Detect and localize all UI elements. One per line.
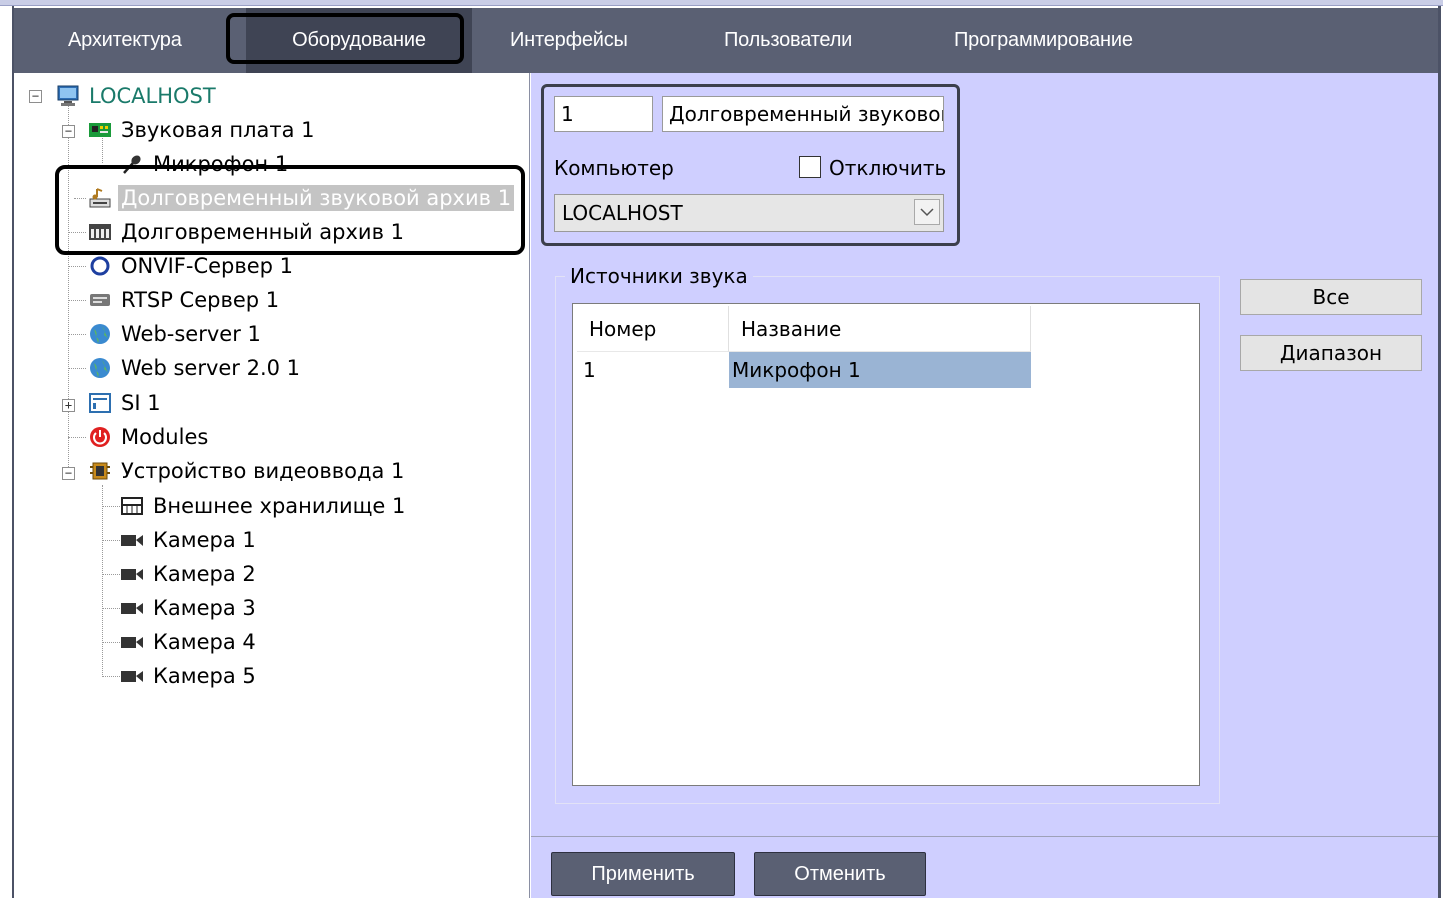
tree-line — [68, 105, 69, 475]
object-name-input[interactable]: Долговременный звуковой — [662, 96, 944, 132]
disable-checkbox[interactable] — [799, 156, 821, 178]
tree-line — [68, 232, 86, 233]
tree-item-camera-1[interactable]: Камера 1 — [120, 525, 259, 555]
collapse-icon[interactable]: − — [62, 125, 75, 138]
tree-line — [102, 506, 120, 507]
tree-line — [102, 642, 120, 643]
archive-icon — [88, 221, 112, 243]
rtsp-icon — [88, 289, 112, 311]
tree-item-web-server-2[interactable]: Web server 2.0 1 — [88, 353, 303, 383]
microphone-icon — [120, 153, 144, 175]
tab-programming[interactable]: Программирование — [954, 8, 1133, 73]
tree-line — [102, 574, 120, 575]
range-button[interactable]: Диапазон — [1240, 335, 1422, 371]
tab-architecture[interactable]: Архитектура — [68, 8, 182, 73]
tree-item-onvif-server[interactable]: ONVIF-Сервер 1 — [88, 251, 296, 281]
tree-item-video-capture[interactable]: Устройство видеоввода 1 — [88, 456, 407, 486]
computer-select[interactable]: LOCALHOST — [554, 194, 944, 232]
tree-line — [68, 266, 86, 267]
sound-sources-title: Источники звука — [565, 264, 753, 288]
apply-button[interactable]: Применить — [551, 852, 735, 896]
column-header-name[interactable]: Название — [729, 306, 1031, 352]
tree-item-camera-2[interactable]: Камера 2 — [120, 559, 259, 589]
tree-item-modules[interactable]: Modules — [88, 422, 211, 452]
tab-interfaces[interactable]: Интерфейсы — [510, 8, 628, 73]
camera-icon — [120, 597, 144, 619]
camera-icon — [120, 665, 144, 687]
tree-item-external-storage[interactable]: Внешнее хранилище 1 — [120, 491, 408, 521]
globe-icon — [88, 323, 112, 345]
tree-item-microphone[interactable]: Микрофон 1 — [120, 149, 291, 179]
video-capture-icon — [88, 460, 112, 482]
tree-line — [68, 334, 86, 335]
tree-item-localhost[interactable]: LOCALHOST — [56, 81, 219, 111]
tree-item-camera-5[interactable]: Камера 5 — [120, 661, 259, 691]
object-id-input[interactable]: 1 — [554, 96, 653, 132]
tree-item-camera-4[interactable]: Камера 4 — [120, 627, 259, 657]
tree-line — [102, 608, 120, 609]
tree-item-sound-archive[interactable]: Долговременный звуковой архив 1 — [88, 183, 515, 213]
camera-icon — [120, 631, 144, 653]
si-icon — [88, 392, 112, 414]
window-right-border — [1438, 6, 1441, 898]
tree-item-rtsp-server[interactable]: RTSP Сервер 1 — [88, 285, 282, 315]
disable-label: Отключить — [829, 156, 947, 180]
tree-line — [68, 300, 86, 301]
tree-item-long-term-archive[interactable]: Долговременный архив 1 — [88, 217, 407, 247]
collapse-icon[interactable]: − — [29, 90, 42, 103]
tree-line — [74, 198, 86, 199]
select-all-button[interactable]: Все — [1240, 279, 1422, 315]
tree-item-sound-card[interactable]: Звуковая плата 1 — [88, 115, 318, 145]
cancel-button[interactable]: Отменить — [754, 852, 926, 896]
tab-users[interactable]: Пользователи — [724, 8, 852, 73]
chevron-down-icon[interactable] — [914, 199, 940, 225]
power-icon — [88, 426, 112, 448]
table-cell-number[interactable]: 1 — [577, 352, 729, 388]
table-cell-name[interactable]: Микрофон 1 — [729, 352, 1031, 388]
tree-line — [102, 485, 103, 677]
storage-icon — [120, 495, 144, 517]
camera-icon — [120, 529, 144, 551]
sound-card-icon — [88, 119, 112, 141]
column-header-number[interactable]: Номер — [577, 306, 729, 352]
window-top-border — [0, 0, 1443, 6]
camera-icon — [120, 563, 144, 585]
tree-item-camera-3[interactable]: Камера 3 — [120, 593, 259, 623]
computer-select-value: LOCALHOST — [562, 201, 683, 225]
onvif-icon — [88, 255, 112, 277]
main-tab-bar: Архитектура Оборудование Интерфейсы Поль… — [14, 8, 1438, 73]
sound-sources-table[interactable]: Номер Название 1 Микрофон 1 — [572, 303, 1200, 786]
object-tree-panel[interactable]: − − + − LOCALHOST Звуковая плата 1 Микро… — [14, 73, 530, 898]
tab-hardware[interactable]: Оборудование — [246, 8, 472, 73]
tree-line — [102, 676, 120, 677]
tree-line — [68, 437, 86, 438]
globe-icon — [88, 357, 112, 379]
collapse-icon[interactable]: − — [62, 467, 75, 480]
computer-icon — [56, 85, 80, 107]
tree-line — [102, 540, 120, 541]
sound-archive-icon — [88, 187, 112, 209]
tree-line — [68, 368, 86, 369]
computer-label: Компьютер — [554, 156, 674, 180]
tree-item-web-server[interactable]: Web-server 1 — [88, 319, 264, 349]
tree-item-si[interactable]: SI 1 — [88, 388, 164, 418]
expand-icon[interactable]: + — [62, 399, 75, 412]
